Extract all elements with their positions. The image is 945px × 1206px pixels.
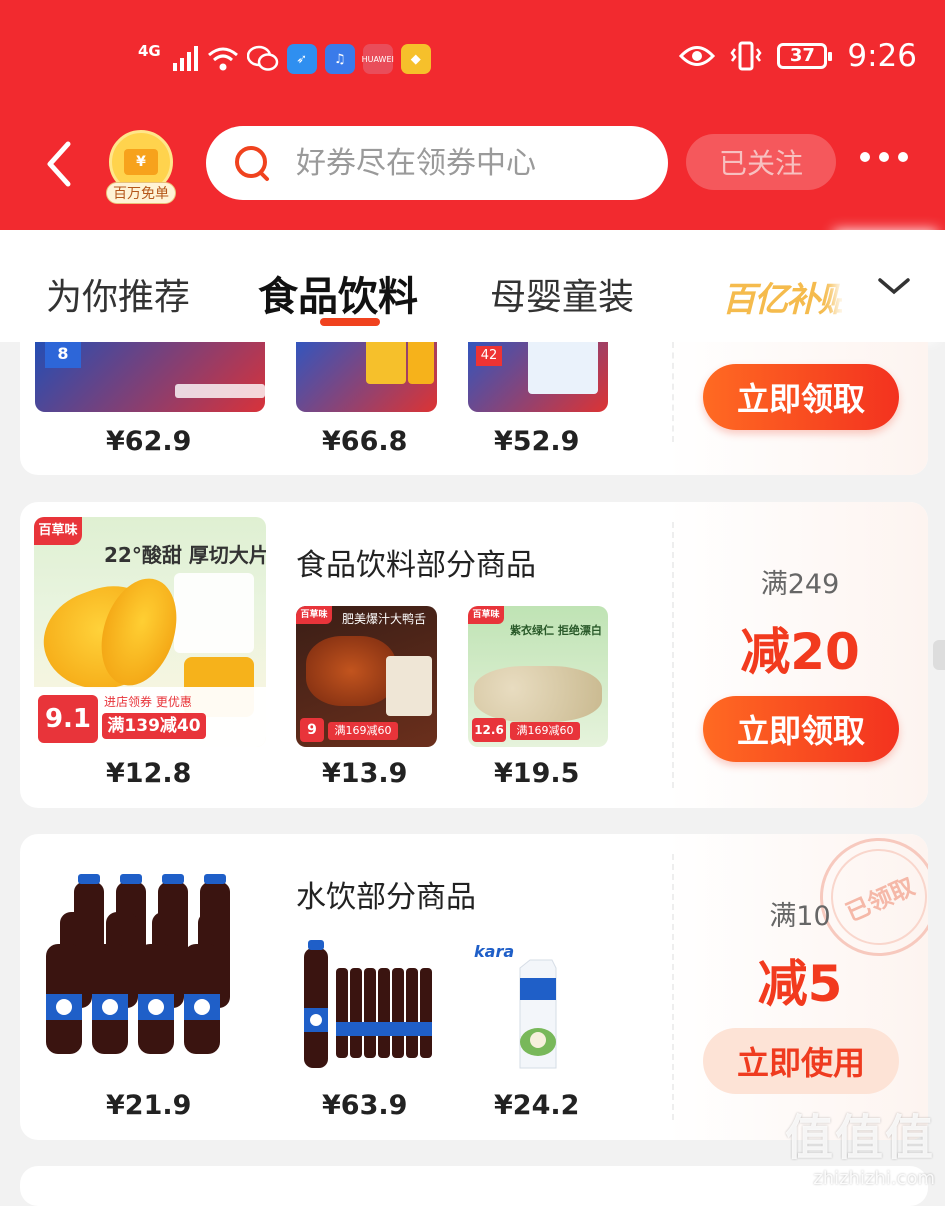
use-coupon-button[interactable]: 立即使用 [703, 1028, 899, 1094]
coupon-discount: 减5 [757, 955, 843, 1013]
follow-button[interactable]: 已关注 [686, 134, 836, 190]
battery-indicator: 37 [777, 43, 833, 69]
claim-coupon-button[interactable]: 立即领取 [703, 696, 899, 762]
coupon-card: 已领取 水饮部分商品 kara ¥21.9 ¥63.9 ¥24.2 满10 减5… [20, 834, 928, 1140]
signal-icon [172, 46, 198, 71]
coupon-title: 水饮部分商品 [296, 880, 476, 915]
chevron-down-icon [877, 278, 910, 295]
product-price: ¥21.9 [106, 1090, 192, 1121]
product-price: ¥62.9 [106, 426, 192, 457]
back-arrow-icon[interactable] [40, 138, 80, 190]
eye-icon [679, 46, 716, 66]
product-price: ¥24.2 [494, 1090, 580, 1121]
coupon-title: 食品饮料部分商品 [296, 548, 536, 583]
watermark: 值值值 zhizhizhi.com [785, 1098, 935, 1189]
product-thumbnail[interactable] [34, 864, 266, 1064]
product-price: ¥13.9 [322, 758, 408, 789]
product-price: ¥63.9 [322, 1090, 408, 1121]
product-price: ¥66.8 [322, 426, 408, 457]
pepsi-case-image [304, 940, 432, 1068]
diamond-app-icon: ◆ [400, 44, 431, 74]
clock: 9:26 [847, 38, 917, 74]
search-icon [235, 146, 269, 181]
watermark-logo: 值值值 [784, 1110, 935, 1166]
search-input[interactable] [294, 144, 658, 182]
network-type: 4G [138, 42, 161, 60]
coupon-discount: 减20 [740, 623, 860, 681]
product-thumbnail[interactable]: kara [468, 938, 608, 1079]
coupon-threshold: 满249 [760, 569, 840, 600]
badge-label: 百万免单 [106, 182, 176, 204]
coupon-threshold: 满10 [769, 901, 831, 932]
tab-mother-baby[interactable]: 母婴童装 [490, 268, 634, 320]
product-thumbnail[interactable] [296, 938, 437, 1079]
product-thumbnail[interactable]: 42 [468, 342, 608, 412]
huawei-app-icon: HUAWEI [362, 44, 394, 74]
product-thumbnail[interactable]: 百草味 22°酸甜 厚切大片 9.1 进店领券 更优惠 满139减40 [34, 517, 266, 747]
scroll-edge-handle [933, 640, 945, 670]
product-thumbnail[interactable] [296, 342, 437, 412]
product-thumbnail[interactable]: 百草味 肥美爆汁大鸭舌 9 满169减60 [296, 606, 437, 747]
more-menu-icon[interactable] [860, 152, 908, 162]
tab-recommend[interactable]: 为你推荐 [46, 268, 190, 320]
music-app-icon: ♫ [324, 44, 355, 74]
pepsi-pack-image [46, 874, 230, 1054]
category-tabs: 为你推荐 食品饮料 母婴童装 百亿补贴 [0, 230, 945, 342]
status-bar: 4G ➶ ♫ HUAWEI ◆ 37 9:26 [0, 38, 945, 84]
active-tab-indicator [320, 318, 380, 326]
product-price: ¥52.9 [494, 426, 580, 457]
product-thumbnail[interactable]: 百草味 紫衣绿仁 拒绝漂白 12.6 满169减60 [468, 606, 608, 747]
claim-coupon-button[interactable]: 立即领取 [703, 364, 899, 430]
product-thumbnail[interactable]: 8 [35, 342, 265, 412]
vibrate-icon [730, 41, 762, 71]
nav-bar: ¥ 百万免单 已关注 [0, 124, 945, 204]
expand-tabs-button[interactable] [842, 230, 945, 342]
coupon-card: 百草味 22°酸甜 厚切大片 9.1 进店领券 更优惠 满139减40 食品饮料… [20, 502, 928, 808]
feather-app-icon: ➶ [286, 44, 317, 74]
tab-food-drinks[interactable]: 食品饮料 [258, 264, 418, 322]
product-price: ¥19.5 [494, 758, 580, 789]
wechat-icon [246, 45, 278, 71]
wifi-icon [207, 47, 238, 71]
search-bar[interactable] [206, 126, 668, 200]
tab-subsidy[interactable]: 百亿补贴 [722, 272, 852, 321]
free-order-badge[interactable]: ¥ 百万免单 [106, 130, 176, 204]
product-price: ¥12.8 [106, 758, 192, 789]
coupon-card: 8 42 ¥62.9 ¥66.8 ¥52.9 立即领取 [20, 342, 928, 475]
top-bar: 4G ➶ ♫ HUAWEI ◆ 37 9:26 ¥ 百万免单 已关注 [0, 0, 945, 230]
